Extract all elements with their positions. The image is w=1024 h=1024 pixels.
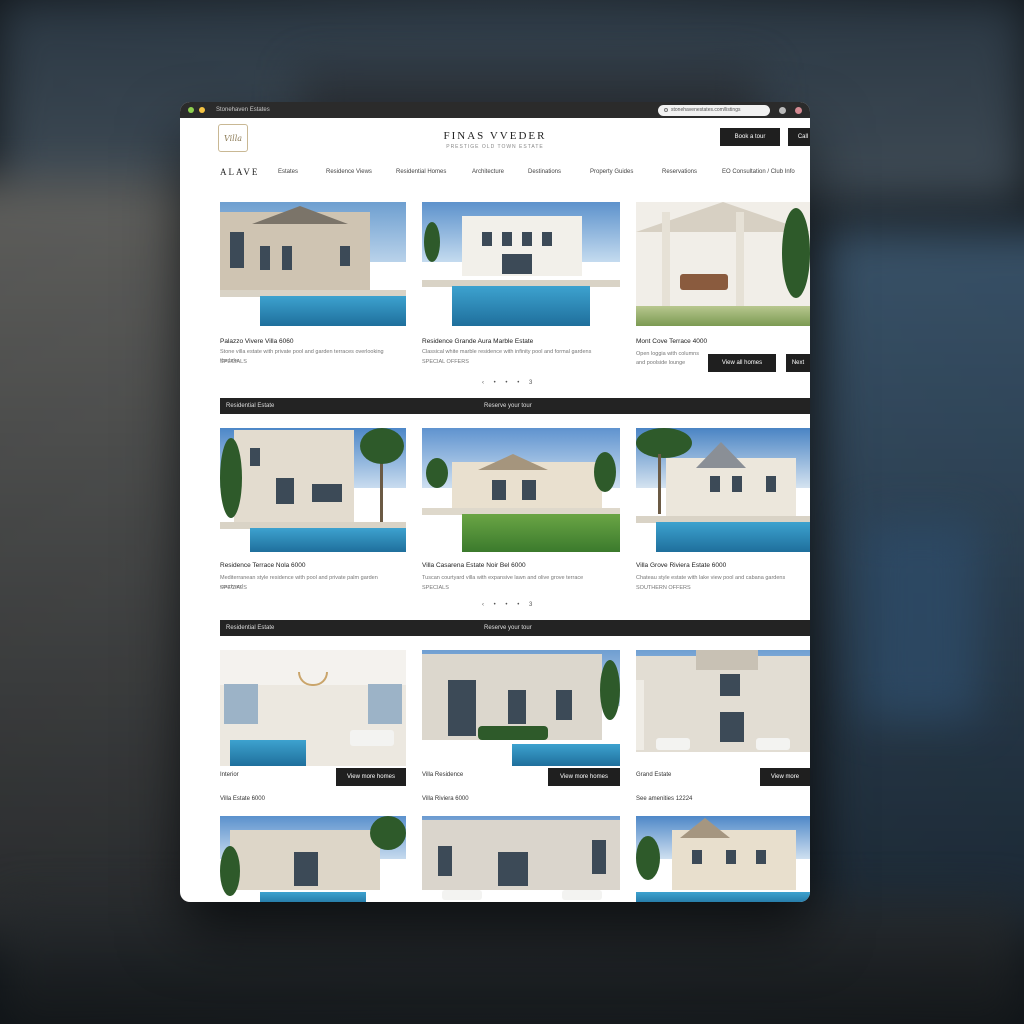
window-title: Stonehaven Estates bbox=[216, 107, 270, 113]
view-more-button[interactable]: View more bbox=[760, 768, 810, 786]
listing-title: Villa Casarena Estate Noir Bel 6000 bbox=[422, 562, 526, 569]
listing-title: Villa Grove Riviera Estate 6000 bbox=[636, 562, 727, 569]
maximize-button[interactable] bbox=[188, 107, 194, 113]
bar-left-label: Residential Estate bbox=[226, 625, 275, 631]
lock-icon bbox=[664, 108, 668, 112]
listing-title: Residence Grande Aura Marble Estate bbox=[422, 338, 534, 345]
listing-price: Villa Riviera 6000 bbox=[422, 796, 469, 802]
property-photo[interactable] bbox=[422, 816, 620, 902]
nav-item[interactable]: Reservations bbox=[662, 169, 697, 175]
title-bar: Stonehaven Estates stonehavenestates.com… bbox=[180, 102, 810, 118]
nav-item[interactable]: EO Consultation / Club Info bbox=[722, 169, 795, 175]
extension-icon[interactable] bbox=[779, 106, 786, 114]
url-text: stonehavenestates.com/listings bbox=[671, 107, 741, 113]
listing-card[interactable]: Residence Terrace Nola 6000 Mediterranea… bbox=[220, 428, 406, 598]
listing-tag: SPECIALS bbox=[220, 585, 247, 591]
listing-card[interactable]: Villa Residence View more homes Villa Ri… bbox=[422, 650, 620, 810]
listing-price: Villa Estate 6000 bbox=[220, 796, 265, 802]
listing-label: Interior bbox=[220, 772, 239, 778]
listing-label: Villa Residence bbox=[422, 772, 464, 778]
property-photo[interactable] bbox=[220, 816, 406, 902]
browser-window: Stonehaven Estates stonehavenestates.com… bbox=[180, 102, 810, 902]
nav-item[interactable]: Residential Homes bbox=[396, 169, 446, 175]
nav-item[interactable]: Residence Views bbox=[326, 169, 372, 175]
property-photo bbox=[422, 650, 620, 766]
main-nav: ALAVE Estates Residence Views Residentia… bbox=[180, 164, 810, 180]
listing-description: Chateau style estate with lake view pool… bbox=[636, 575, 786, 581]
property-photo bbox=[636, 650, 810, 766]
view-more-button[interactable]: View more homes bbox=[548, 768, 620, 786]
nav-item[interactable]: Destinations bbox=[528, 169, 561, 175]
listing-card[interactable]: Interior View more homes Villa Estate 60… bbox=[220, 650, 406, 810]
listing-tag: SPECIAL OFFERS bbox=[422, 359, 469, 365]
property-photo bbox=[220, 650, 406, 766]
listing-title: Mont Cove Terrace 4000 bbox=[636, 338, 708, 345]
property-photo bbox=[636, 428, 810, 552]
listing-card[interactable]: Residence Grande Aura Marble Estate Clas… bbox=[422, 202, 620, 372]
listing-card[interactable]: Villa Casarena Estate Noir Bel 6000 Tusc… bbox=[422, 428, 620, 598]
site-header: Villa FINAS VVEDER PRESTIGE OLD TOWN EST… bbox=[180, 118, 810, 168]
call-button[interactable]: Call bbox=[788, 128, 810, 146]
nav-item[interactable]: Estates bbox=[278, 169, 298, 175]
section-bar: Residential Estate Reserve your tour bbox=[220, 620, 810, 636]
section-bar: Residential Estate Reserve your tour bbox=[220, 398, 810, 414]
listing-tag: SPECIALS bbox=[220, 359, 247, 365]
bar-center-link[interactable]: Reserve your tour bbox=[484, 625, 532, 631]
bar-center-link[interactable]: Reserve your tour bbox=[484, 403, 532, 409]
listing-title: Residence Terrace Nola 6000 bbox=[220, 562, 306, 569]
next-button[interactable]: Next bbox=[786, 354, 810, 372]
property-photo bbox=[422, 428, 620, 552]
nav-brand[interactable]: ALAVE bbox=[220, 167, 259, 177]
minimize-button[interactable] bbox=[199, 107, 205, 113]
property-photo bbox=[422, 202, 620, 326]
address-bar[interactable]: stonehavenestates.com/listings bbox=[658, 104, 770, 116]
listing-description: Classical white marble residence with in… bbox=[422, 349, 592, 355]
listing-card[interactable]: Villa Grove Riviera Estate 6000 Chateau … bbox=[636, 428, 810, 598]
brand-name: FINAS VVEDER bbox=[443, 130, 547, 142]
nav-item[interactable]: Architecture bbox=[472, 169, 504, 175]
listing-tag: SOUTHERN OFFERS bbox=[636, 585, 691, 591]
listing-label: Grand Estate bbox=[636, 772, 672, 778]
property-photo bbox=[220, 202, 406, 326]
view-more-button[interactable]: View more homes bbox=[336, 768, 406, 786]
listing-card[interactable]: Grand Estate View more See amenities 122… bbox=[636, 650, 810, 810]
listing-tag: SPECIALS bbox=[422, 585, 449, 591]
book-tour-button[interactable]: Book a tour bbox=[720, 128, 780, 146]
listing-title: Palazzo Vivere Villa 6060 bbox=[220, 338, 294, 345]
listing-price: See amenities 12224 bbox=[636, 796, 693, 802]
view-all-homes-button[interactable]: View all homes bbox=[708, 354, 776, 372]
listing-description: Tuscan courtyard villa with expansive la… bbox=[422, 575, 584, 581]
property-photo bbox=[220, 428, 406, 552]
property-photo bbox=[636, 202, 810, 326]
listing-card[interactable]: Palazzo Vivere Villa 6060 Stone villa es… bbox=[220, 202, 406, 372]
listing-card[interactable]: Mont Cove Terrace 4000 Open loggia with … bbox=[636, 202, 810, 372]
property-photo[interactable] bbox=[636, 816, 810, 902]
profile-icon[interactable] bbox=[795, 106, 802, 114]
nav-item[interactable]: Property Guides bbox=[590, 169, 633, 175]
pagination[interactable]: ‹ • • • 3 bbox=[482, 380, 536, 386]
brand-tagline: PRESTIGE OLD TOWN ESTATE bbox=[446, 144, 544, 150]
pagination[interactable]: ‹ • • • 3 bbox=[482, 602, 536, 608]
bar-left-label: Residential Estate bbox=[226, 403, 275, 409]
listing-description: Open loggia with columns and poolside lo… bbox=[636, 351, 699, 366]
